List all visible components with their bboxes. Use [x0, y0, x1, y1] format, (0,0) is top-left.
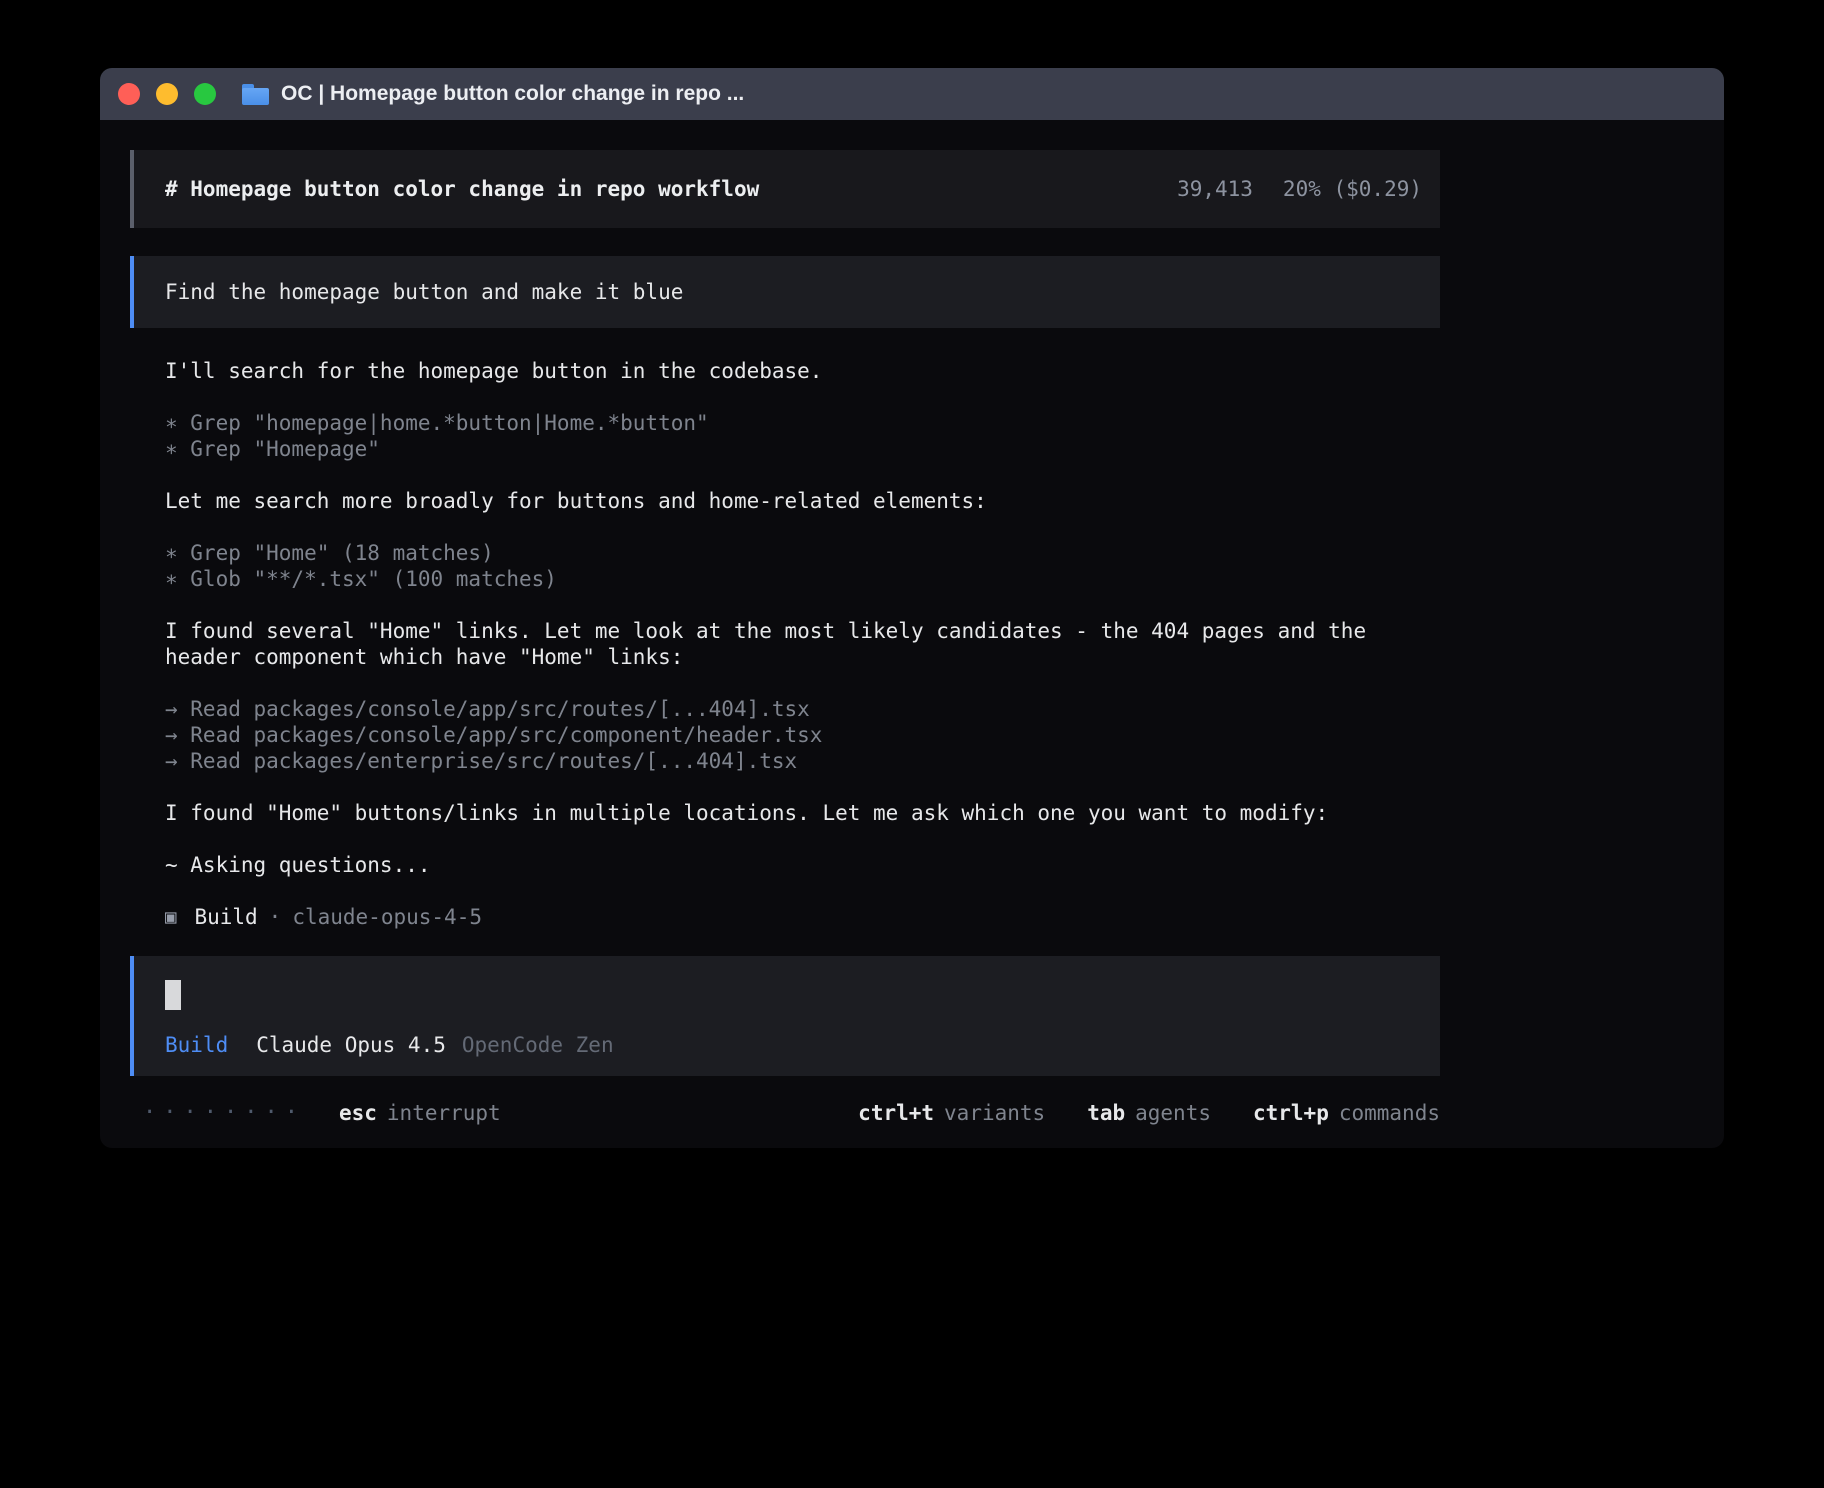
tool-call-line: → Read packages/console/app/src/routes/[… [165, 696, 1405, 722]
status-bar: ········ esc interrupt ctrl+t variants tab… [130, 1100, 1440, 1126]
status-bar-left: ········ esc interrupt [143, 1100, 501, 1126]
title-area: OC | Homepage button color change in rep… [242, 82, 744, 106]
tool-call-line: → Read packages/console/app/src/componen… [165, 722, 1405, 748]
agent-icon: ▣ [165, 904, 176, 930]
status-block: ~ Asking questions... [130, 852, 1440, 878]
titlebar[interactable]: OC | Homepage button color change in rep… [100, 68, 1724, 120]
tool-call-group: ∗ Grep "Home" (18 matches)∗ Glob "**/*.t… [130, 540, 1440, 592]
tool-call-line: ∗ Grep "Homepage" [165, 436, 1405, 462]
tool-call-line: ∗ Grep "homepage|home.*button|Home.*butt… [165, 410, 1405, 436]
context-usage: 20% ($0.29) [1283, 177, 1422, 201]
tool-call-group: → Read packages/console/app/src/routes/[… [130, 696, 1440, 774]
agent-name: Build [194, 904, 257, 930]
ctrl-p-key: ctrl+p [1253, 1101, 1329, 1125]
assistant-text-block: I'll search for the homepage button in t… [130, 358, 1440, 384]
text-line: I found "Home" buttons/links in multiple… [165, 800, 1405, 826]
input-agent-label[interactable]: Build [165, 1032, 228, 1058]
terminal-window: OC | Homepage button color change in rep… [100, 68, 1724, 1148]
assistant-text-block: Let me search more broadly for buttons a… [130, 488, 1440, 514]
input-model-label[interactable]: Claude Opus 4.5 [256, 1032, 446, 1058]
tool-call-line: ∗ Glob "**/*.tsx" (100 matches) [165, 566, 1405, 592]
tab-key: tab [1087, 1101, 1125, 1125]
conversation: I'll search for the homepage button in t… [130, 358, 1440, 878]
ctrl-t-key: ctrl+t [858, 1101, 934, 1125]
spinner: ········ [143, 1100, 305, 1126]
prompt-input[interactable]: Build Claude Opus 4.5 OpenCode Zen [130, 956, 1440, 1076]
text-line: Let me search more broadly for buttons a… [165, 488, 1405, 514]
zoom-button[interactable] [194, 83, 216, 105]
close-button[interactable] [118, 83, 140, 105]
esc-key: esc [339, 1101, 377, 1125]
esc-label: interrupt [387, 1101, 501, 1125]
traffic-lights [118, 83, 216, 105]
session-title: # Homepage button color change in repo w… [165, 176, 759, 202]
tool-call-line: → Read packages/enterprise/src/routes/[.… [165, 748, 1405, 774]
status-bar-right: ctrl+t variants tab agents ctrl+p commands [858, 1100, 1440, 1126]
text-cursor [165, 980, 181, 1010]
text-line: I found several "Home" links. Let me loo… [165, 618, 1405, 670]
assistant-text-block: I found "Home" buttons/links in multiple… [130, 800, 1440, 826]
commands-label: commands [1339, 1101, 1440, 1125]
commands-hint: ctrl+p commands [1253, 1100, 1440, 1126]
session-header: # Homepage button color change in repo w… [130, 150, 1440, 228]
window-title: OC | Homepage button color change in rep… [281, 82, 744, 106]
tool-call-group: ∗ Grep "homepage|home.*button|Home.*butt… [130, 410, 1440, 462]
tool-call-line: ∗ Grep "Home" (18 matches) [165, 540, 1405, 566]
agent-separator: · [269, 904, 282, 930]
agents-hint: tab agents [1087, 1100, 1211, 1126]
interrupt-hint: esc interrupt [339, 1100, 501, 1126]
variants-label: variants [944, 1101, 1045, 1125]
minimize-button[interactable] [156, 83, 178, 105]
agents-label: agents [1135, 1101, 1211, 1125]
token-count: 39,413 [1177, 177, 1253, 201]
assistant-text-block: I found several "Home" links. Let me loo… [130, 618, 1440, 670]
folder-icon [242, 84, 269, 105]
session-stats: 39,413 20% ($0.29) [1177, 176, 1422, 202]
text-line: ~ Asking questions... [165, 852, 1405, 878]
input-meta: Build Claude Opus 4.5 OpenCode Zen [165, 1032, 1416, 1058]
user-message-text: Find the homepage button and make it blu… [165, 279, 683, 305]
input-provider-label: OpenCode Zen [462, 1032, 614, 1058]
agent-model: claude-opus-4-5 [292, 904, 482, 930]
text-line: I'll search for the homepage button in t… [165, 358, 1405, 384]
user-message: Find the homepage button and make it blu… [130, 256, 1440, 328]
variants-hint: ctrl+t variants [858, 1100, 1045, 1126]
agent-status-line: ▣ Build · claude-opus-4-5 [130, 904, 1440, 930]
terminal-content: # Homepage button color change in repo w… [100, 120, 1724, 1126]
